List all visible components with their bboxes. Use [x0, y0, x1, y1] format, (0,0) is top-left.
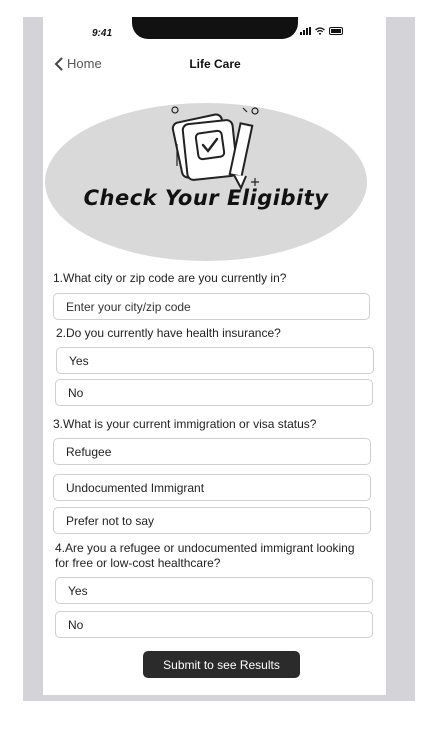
- battery-icon: [329, 27, 343, 35]
- status-option-refugee[interactable]: Refugee: [53, 438, 371, 465]
- page-title: Life Care: [189, 57, 241, 71]
- hero-title: Check Your Eligibity: [83, 186, 329, 210]
- question-free-healthcare: 4.Are you a refugee or undocumented immi…: [55, 541, 355, 570]
- status-icons: [300, 27, 343, 35]
- status-option-undocumented[interactable]: Undocumented Immigrant: [53, 474, 371, 501]
- question-city-zip: 1.What city or zip code are you currentl…: [53, 271, 287, 285]
- question-immigration-status: 3.What is your current immigration or vi…: [53, 417, 317, 431]
- device-notch: [132, 17, 298, 39]
- document-checkmark-pencil-icon: [171, 106, 259, 191]
- status-time: 9:41: [92, 28, 113, 39]
- insurance-option-no[interactable]: No: [55, 379, 373, 406]
- healthcare-option-no[interactable]: No: [55, 611, 373, 638]
- insurance-option-yes[interactable]: Yes: [56, 347, 374, 374]
- healthcare-option-yes[interactable]: Yes: [55, 577, 373, 604]
- submit-button[interactable]: Submit to see Results: [143, 651, 300, 678]
- wifi-icon: [315, 27, 325, 35]
- status-option-prefer-not[interactable]: Prefer not to say: [53, 507, 371, 534]
- signal-icon: [300, 27, 311, 35]
- city-zip-input[interactable]: [53, 293, 370, 320]
- question-health-insurance: 2.Do you currently have health insurance…: [56, 326, 281, 340]
